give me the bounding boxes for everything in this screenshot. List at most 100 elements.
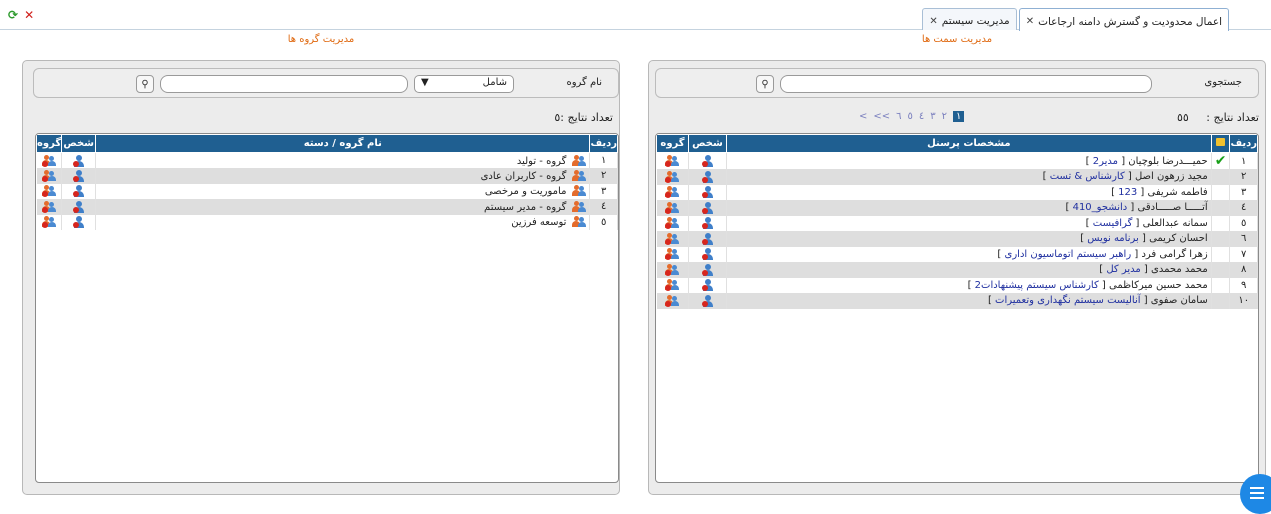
next-page-button[interactable]: > — [859, 111, 867, 122]
group-action-cell — [656, 169, 689, 185]
group-icon[interactable] — [572, 185, 587, 197]
bracket: ] — [987, 295, 996, 307]
person-remove-icon[interactable] — [701, 170, 714, 183]
bracket: ] — [1042, 171, 1050, 183]
table-row[interactable]: ٤ آتـــــا صـــــادقی [ دانشجو_410 ] — [656, 200, 1258, 216]
person-remove-icon[interactable] — [72, 154, 85, 167]
match-select[interactable]: شامل ▼ — [414, 75, 514, 93]
person-remove-icon[interactable] — [72, 185, 85, 198]
positions-search-input[interactable] — [780, 75, 1152, 93]
group-remove-icon[interactable] — [41, 216, 56, 229]
table-row[interactable]: ١ گروه - تولید — [36, 152, 618, 168]
person-remove-icon[interactable] — [701, 263, 714, 276]
group-action-cell — [656, 184, 689, 200]
person-remove-icon[interactable] — [701, 155, 714, 167]
group-remove-icon[interactable] — [41, 169, 56, 182]
positions-panel-title: مدیریت سمت ها — [921, 34, 993, 45]
group-remove-icon[interactable] — [41, 154, 56, 167]
person-remove-icon[interactable] — [701, 279, 714, 292]
table-row[interactable]: ٤ گروه - مدیر سیستم — [36, 199, 618, 215]
row-number: ٩ — [1229, 277, 1258, 293]
table-row[interactable]: ٧ زهرا گرامی فرد [ راهبر سیستم اتوماسیون … — [656, 246, 1258, 262]
row-number: ٨ — [1229, 262, 1258, 278]
person-remove-icon[interactable] — [701, 217, 714, 230]
col-group: گروه — [36, 134, 63, 153]
person-remove-icon[interactable] — [701, 186, 714, 199]
group-remove-icon[interactable] — [665, 155, 680, 167]
group-name-cell: گروه - مدیر سیستم — [95, 199, 591, 215]
page-5[interactable]: ٥ — [908, 111, 913, 122]
person-name: حمیـــدرضا بلوچیان — [1128, 155, 1208, 167]
table-row[interactable]: ٥ توسعه فرزین — [36, 214, 618, 230]
person-name: مجید زرهون اصل — [1134, 171, 1208, 183]
page-4[interactable]: ٤ — [919, 111, 924, 122]
close-icon[interactable]: ✕ — [24, 9, 34, 21]
person-role: کارشناس سیستم پیشنهادات2 — [974, 279, 1099, 291]
refresh-icon[interactable]: ⟳ — [8, 9, 18, 21]
tab-close-icon[interactable]: ✕ — [929, 16, 937, 27]
page-2[interactable]: ٢ — [942, 111, 947, 122]
table-row[interactable]: ٢ مجید زرهون اصل [ کارشناس & تست ] — [656, 169, 1258, 185]
table-row[interactable]: ٥ سمانه عبدالعلی [ گرافیست ] — [656, 215, 1258, 231]
table-row[interactable]: ٨ محمد محمدی [ مدیر کل ] — [656, 262, 1258, 278]
group-action-cell — [36, 168, 63, 184]
groups-search-input[interactable] — [160, 75, 408, 93]
group-remove-icon[interactable] — [665, 217, 680, 230]
table-row[interactable]: ٩ محمد حسین میرکاظمی [ کارشناس سیستم پیشن… — [656, 277, 1258, 293]
personnel-cell: آتـــــا صـــــادقی [ دانشجو_410 ] — [726, 200, 1212, 216]
positions-grid: ردیف مشخصات پرسنل شخص گروه ١ ✔ حمیـــدرضا … — [655, 133, 1259, 483]
bracket: ] — [1085, 217, 1093, 229]
person-remove-icon[interactable] — [72, 216, 85, 229]
table-row[interactable]: ٣ فاطمه شریفی [ 123 ] — [656, 184, 1258, 200]
group-icon[interactable] — [572, 200, 587, 213]
table-row[interactable]: ٦ احسان کریمی [ برنامه نویس ] — [656, 231, 1258, 247]
group-remove-icon[interactable] — [665, 248, 680, 261]
group-remove-icon[interactable] — [665, 170, 680, 183]
group-icon[interactable] — [572, 154, 587, 167]
group-remove-icon[interactable] — [41, 200, 56, 213]
tab-system-management[interactable]: مدیریت سیستم ✕ — [922, 8, 1017, 30]
row-number: ٥ — [1229, 215, 1258, 231]
page-1[interactable]: ١ — [953, 111, 965, 122]
group-remove-icon[interactable] — [665, 294, 680, 307]
group-remove-icon[interactable] — [665, 201, 680, 214]
group-name: گروه - مدیر سیستم — [484, 201, 567, 213]
person-action-cell — [688, 231, 727, 247]
group-remove-icon[interactable] — [41, 185, 56, 198]
table-row[interactable]: ٢ گروه - کاربران عادی — [36, 168, 618, 184]
table-row[interactable]: ١ ✔ حمیـــدرضا بلوچیان [ مدیر2 ] — [656, 152, 1258, 169]
col-row: ردیف — [1229, 134, 1258, 153]
group-action-cell — [656, 293, 689, 309]
tab-label: مدیریت سیستم — [941, 15, 1010, 27]
groups-count: تعداد نتایج :٥ — [554, 111, 613, 124]
person-remove-icon[interactable] — [72, 169, 85, 182]
person-remove-icon[interactable] — [701, 294, 714, 307]
person-action-cell — [61, 199, 97, 215]
next-pages-button[interactable]: >> — [873, 111, 890, 122]
person-name: احسان کریمی — [1149, 233, 1208, 245]
person-remove-icon[interactable] — [72, 200, 85, 213]
chat-button[interactable] — [1240, 474, 1271, 514]
table-row[interactable]: ٣ ماموریت و مرخصی — [36, 183, 618, 199]
person-remove-icon[interactable] — [701, 201, 714, 214]
positions-search-box: جستجوی ⚲ — [655, 68, 1259, 98]
group-remove-icon[interactable] — [665, 186, 680, 199]
group-icon[interactable] — [572, 169, 587, 182]
group-icon[interactable] — [572, 216, 587, 228]
table-row[interactable]: ١٠ سامان صفوی [ آنالیست سیستم نگهداری وتع… — [656, 293, 1258, 309]
search-icon[interactable]: ⚲ — [756, 75, 774, 93]
page-3[interactable]: ٣ — [930, 111, 935, 122]
group-remove-icon[interactable] — [665, 279, 680, 292]
tab-close-icon[interactable]: ✕ — [1026, 16, 1034, 27]
tab-referral-restriction[interactable]: اعمال محدودیت و گسترش دامنه ارجاعات ✕ — [1018, 8, 1229, 31]
person-remove-icon[interactable] — [701, 232, 714, 245]
group-remove-icon[interactable] — [665, 263, 680, 276]
person-role: کارشناس & تست — [1049, 171, 1125, 183]
search-icon[interactable]: ⚲ — [136, 75, 154, 93]
toolbar: ⟳ ✕ — [8, 9, 34, 21]
group-name: گروه - کاربران عادی — [480, 170, 567, 182]
page-6[interactable]: ٦ — [896, 111, 901, 122]
col-group: گروه — [656, 134, 689, 153]
group-remove-icon[interactable] — [665, 232, 680, 245]
person-remove-icon[interactable] — [701, 248, 714, 261]
